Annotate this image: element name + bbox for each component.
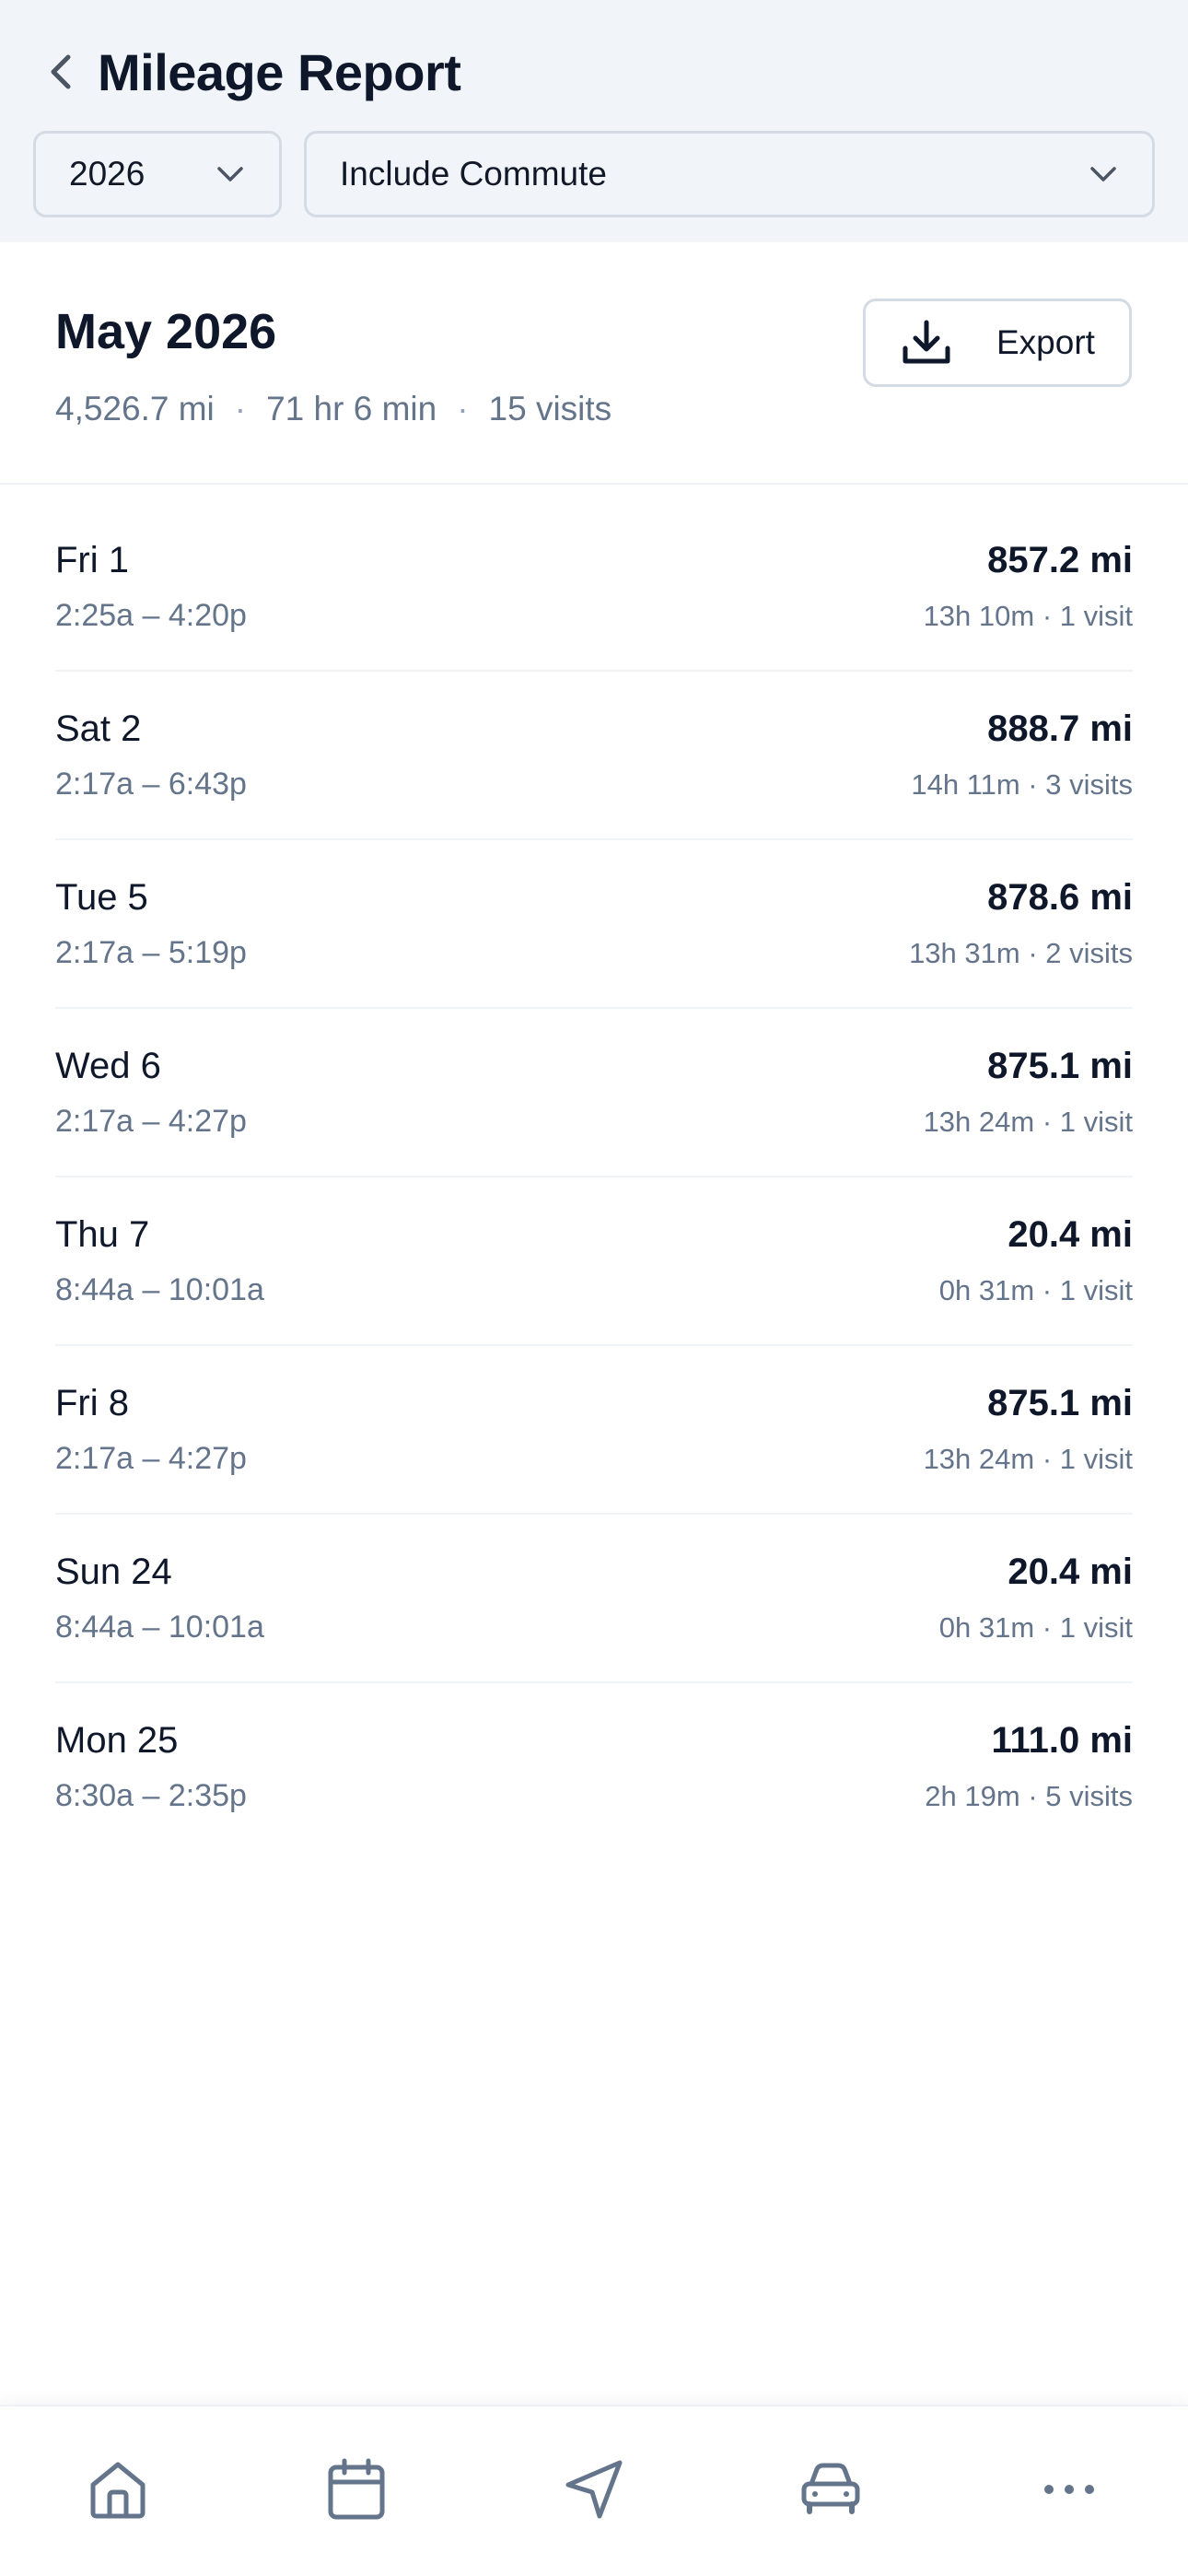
navigation-icon xyxy=(565,2460,623,2519)
day-row[interactable]: Wed 6 2:17a – 4:27p 875.1 mi 13h 24m · 1… xyxy=(55,1009,1133,1177)
day-meta: 0h 31m · 1 visit xyxy=(938,1274,1133,1306)
title-row: Mileage Report xyxy=(44,35,461,109)
home-icon xyxy=(90,2462,146,2519)
chevron-down-icon xyxy=(1090,167,1116,181)
day-meta: 13h 31m · 2 visits xyxy=(909,937,1133,969)
time-range: 2:25a – 4:20p xyxy=(55,598,247,633)
year-select-value: 2026 xyxy=(69,155,146,193)
time-range: 8:30a – 2:35p xyxy=(55,1778,247,1813)
day-label: Thu 7 xyxy=(55,1214,150,1255)
day-miles: 20.4 mi xyxy=(1007,1214,1133,1255)
day-row[interactable]: Thu 7 8:44a – 10:01a 20.4 mi 0h 31m · 1 … xyxy=(55,1177,1133,1346)
day-row[interactable]: Tue 5 2:17a – 5:19p 878.6 mi 13h 31m · 2… xyxy=(55,840,1133,1009)
nav-more[interactable] xyxy=(1032,2453,1106,2526)
day-row[interactable]: Sat 2 2:17a – 6:43p 888.7 mi 14h 11m · 3… xyxy=(55,672,1133,840)
more-icon xyxy=(1044,2485,1094,2494)
separator: · xyxy=(457,390,469,427)
day-list: Fri 1 2:25a – 4:20p 857.2 mi 13h 10m · 1… xyxy=(55,503,1133,1852)
day-miles: 111.0 mi xyxy=(991,1720,1133,1761)
day-meta: 13h 10m · 1 visit xyxy=(923,600,1133,632)
day-row[interactable]: Mon 25 8:30a – 2:35p 111.0 mi 2h 19m · 5… xyxy=(55,1683,1133,1852)
day-miles: 20.4 mi xyxy=(1007,1551,1133,1592)
chevron-down-icon xyxy=(217,167,243,181)
day-meta: 13h 24m · 1 visit xyxy=(923,1106,1133,1138)
total-visits: 15 visits xyxy=(488,390,612,427)
total-distance: 4,526.7 mi xyxy=(55,390,215,427)
nav-home[interactable] xyxy=(81,2453,155,2526)
day-miles: 875.1 mi xyxy=(987,1046,1133,1086)
back-button[interactable] xyxy=(44,44,77,100)
month-stats: 4,526.7 mi · 71 hr 6 min · 15 visits xyxy=(55,390,611,428)
day-label: Mon 25 xyxy=(55,1720,179,1761)
day-label: Wed 6 xyxy=(55,1046,161,1086)
export-button[interactable]: Export xyxy=(863,299,1132,387)
day-label: Sun 24 xyxy=(55,1551,172,1592)
nav-vehicles[interactable] xyxy=(794,2453,868,2526)
separator: · xyxy=(234,390,247,427)
nav-calendar[interactable] xyxy=(320,2453,393,2526)
day-row[interactable]: Fri 8 2:17a – 4:27p 875.1 mi 13h 24m · 1… xyxy=(55,1346,1133,1515)
day-miles: 888.7 mi xyxy=(987,708,1133,749)
day-label: Sat 2 xyxy=(55,708,142,749)
total-duration: 71 hr 6 min xyxy=(266,390,437,427)
time-range: 8:44a – 10:01a xyxy=(55,1610,264,1645)
time-range: 2:17a – 4:27p xyxy=(55,1441,247,1476)
day-row[interactable]: Fri 1 2:25a – 4:20p 857.2 mi 13h 10m · 1… xyxy=(55,503,1133,672)
day-meta: 14h 11m · 3 visits xyxy=(911,768,1133,801)
day-meta: 13h 24m · 1 visit xyxy=(923,1443,1133,1475)
page-title: Mileage Report xyxy=(98,42,461,101)
bottom-nav xyxy=(0,2405,1188,2576)
year-select[interactable]: 2026 xyxy=(33,131,282,217)
day-label: Fri 1 xyxy=(55,540,129,580)
time-range: 2:17a – 6:43p xyxy=(55,767,247,802)
chevron-left-icon xyxy=(51,54,71,89)
day-label: Fri 8 xyxy=(55,1383,129,1423)
day-miles: 875.1 mi xyxy=(987,1383,1133,1423)
day-label: Tue 5 xyxy=(55,877,148,918)
time-range: 2:17a – 5:19p xyxy=(55,935,247,970)
header: Mileage Report 2026 Include Commute xyxy=(0,0,1188,242)
time-range: 2:17a – 4:27p xyxy=(55,1104,247,1139)
nav-navigation[interactable] xyxy=(558,2453,632,2526)
car-icon xyxy=(801,2463,860,2514)
time-range: 8:44a – 10:01a xyxy=(55,1272,264,1307)
commute-select[interactable]: Include Commute xyxy=(304,131,1155,217)
download-icon xyxy=(903,320,950,364)
calendar-icon xyxy=(328,2458,385,2520)
day-row[interactable]: Sun 24 8:44a – 10:01a 20.4 mi 0h 31m · 1… xyxy=(55,1515,1133,1683)
month-summary: May 2026 4,526.7 mi · 71 hr 6 min · 15 v… xyxy=(0,242,1188,485)
day-meta: 2h 19m · 5 visits xyxy=(925,1780,1133,1812)
day-meta: 0h 31m · 1 visit xyxy=(938,1611,1133,1644)
day-miles: 878.6 mi xyxy=(987,877,1133,918)
export-label: Export xyxy=(996,323,1095,361)
commute-select-value: Include Commute xyxy=(340,155,607,193)
month-title: May 2026 xyxy=(55,304,277,359)
day-miles: 857.2 mi xyxy=(987,540,1133,580)
